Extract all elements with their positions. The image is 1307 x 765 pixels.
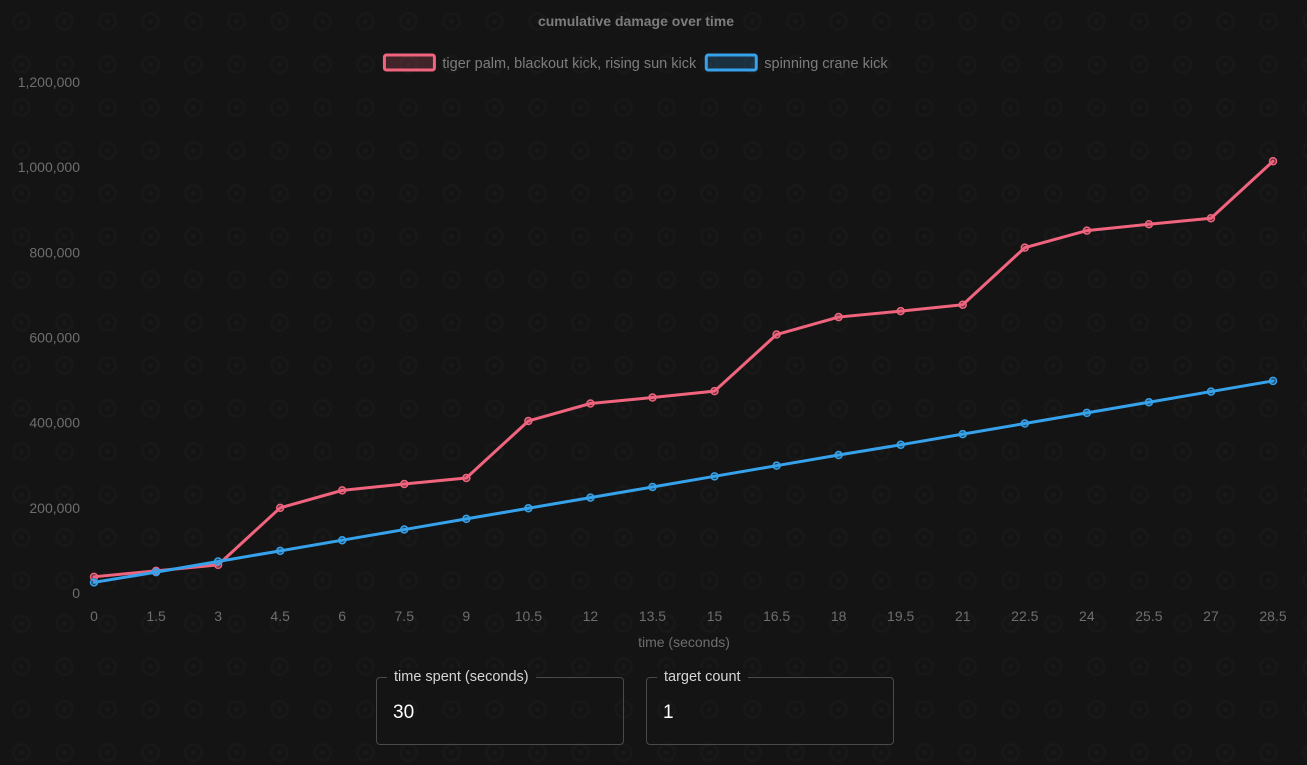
data-point[interactable] (337, 486, 347, 495)
data-point[interactable] (834, 312, 843, 322)
data-point[interactable] (710, 472, 719, 481)
data-point[interactable] (772, 461, 781, 470)
x-tick-label: 25.5 (1135, 608, 1162, 624)
x-tick-label: 3 (214, 608, 222, 624)
time-spent-field: time spent (seconds) (376, 668, 624, 745)
data-point[interactable] (524, 504, 533, 513)
x-axis: 0 1.5 3 4.5 6 7.5 9 10.5 12 13.5 15 16.5 18 19.5 21 22.… (90, 608, 1287, 624)
y-tick-label: 400,000 (29, 415, 80, 431)
x-tick-label: 16.5 (763, 608, 790, 624)
data-point[interactable] (524, 416, 533, 426)
x-tick-label: 6 (338, 608, 346, 624)
data-point[interactable] (648, 482, 657, 492)
x-tick-label: 18 (831, 608, 847, 624)
data-point[interactable] (958, 429, 967, 439)
x-tick-label: 19.5 (887, 608, 914, 624)
legend-label: tiger palm, blackout kick, rising sun ki… (442, 56, 697, 72)
data-point[interactable] (275, 546, 285, 556)
legend-swatch (382, 53, 436, 72)
time-spent-input[interactable] (393, 702, 603, 724)
data-point[interactable] (337, 535, 347, 545)
x-tick-label: 1.5 (146, 608, 166, 624)
x-tick-label: 10.5 (515, 608, 542, 624)
x-tick-label: 21 (955, 608, 971, 624)
data-point[interactable] (648, 393, 657, 402)
data-point[interactable] (958, 300, 967, 309)
series-2 (89, 376, 1278, 587)
series-line (92, 379, 1275, 584)
data-point[interactable] (710, 386, 719, 396)
data-point[interactable] (1206, 387, 1216, 396)
data-point[interactable] (275, 503, 285, 513)
data-point[interactable] (462, 514, 471, 524)
y-axis: 0 200,000 400,000 600,000 800,000 1,000,000 1,… (18, 74, 81, 601)
data-point[interactable] (1082, 408, 1092, 418)
x-tick-label: 24 (1079, 608, 1095, 624)
target-count-input[interactable] (663, 702, 873, 724)
data-point[interactable] (462, 473, 471, 483)
chart-legend: tiger palm, blackout kick, rising sun ki… (382, 53, 888, 72)
y-tick-label: 600,000 (29, 330, 80, 346)
chart-title: cumulative damage over time (538, 13, 734, 29)
data-point[interactable] (1144, 397, 1154, 407)
x-tick-label: 0 (90, 608, 98, 624)
x-tick-label: 22.5 (1011, 608, 1038, 624)
x-tick-label: 15 (707, 608, 723, 624)
target-count-label: target count (657, 668, 748, 686)
legend-item[interactable]: tiger palm, blackout kick, rising sun ki… (382, 53, 697, 72)
data-point[interactable] (1020, 243, 1030, 252)
y-tick-label: 1,000,000 (18, 159, 80, 175)
data-point[interactable] (586, 399, 595, 408)
x-axis-label: time (seconds) (638, 634, 730, 650)
page: cumulative damage over time tiger palm, … (0, 0, 1307, 765)
series-line (92, 159, 1275, 579)
y-tick-label: 200,000 (29, 500, 80, 516)
data-point[interactable] (896, 306, 905, 316)
data-point[interactable] (1268, 156, 1278, 166)
x-tick-label: 13.5 (639, 608, 666, 624)
data-point[interactable] (1020, 419, 1030, 428)
data-point[interactable] (400, 479, 409, 489)
y-tick-label: 800,000 (29, 244, 80, 260)
time-spent-label: time spent (seconds) (387, 668, 536, 686)
data-point[interactable] (772, 330, 781, 339)
y-tick-label: 0 (72, 585, 80, 601)
legend-label: spinning crane kick (764, 56, 888, 72)
data-point[interactable] (834, 450, 843, 460)
data-point[interactable] (1144, 219, 1154, 229)
y-tick-label: 1,200,000 (18, 74, 80, 90)
data-point[interactable] (1082, 226, 1092, 235)
series-1 (89, 156, 1278, 582)
x-tick-label: 7.5 (395, 608, 415, 624)
x-tick-label: 28.5 (1259, 608, 1286, 624)
data-point[interactable] (586, 493, 595, 502)
x-tick-label: 27 (1203, 608, 1219, 624)
damage-chart: cumulative damage over time tiger palm, … (18, 13, 1287, 650)
x-tick-label: 12 (583, 608, 599, 624)
x-tick-label: 9 (462, 608, 470, 624)
data-point[interactable] (1268, 376, 1278, 386)
legend-item[interactable]: spinning crane kick (704, 53, 888, 72)
data-point[interactable] (151, 567, 161, 577)
data-point[interactable] (896, 440, 905, 450)
series-layer (89, 156, 1278, 587)
data-point[interactable] (1206, 214, 1216, 223)
legend-swatch (704, 53, 758, 72)
data-point[interactable] (89, 578, 99, 587)
x-tick-label: 4.5 (270, 608, 290, 624)
data-point[interactable] (213, 557, 223, 566)
target-count-field: target count (646, 668, 894, 745)
data-point[interactable] (400, 525, 409, 534)
